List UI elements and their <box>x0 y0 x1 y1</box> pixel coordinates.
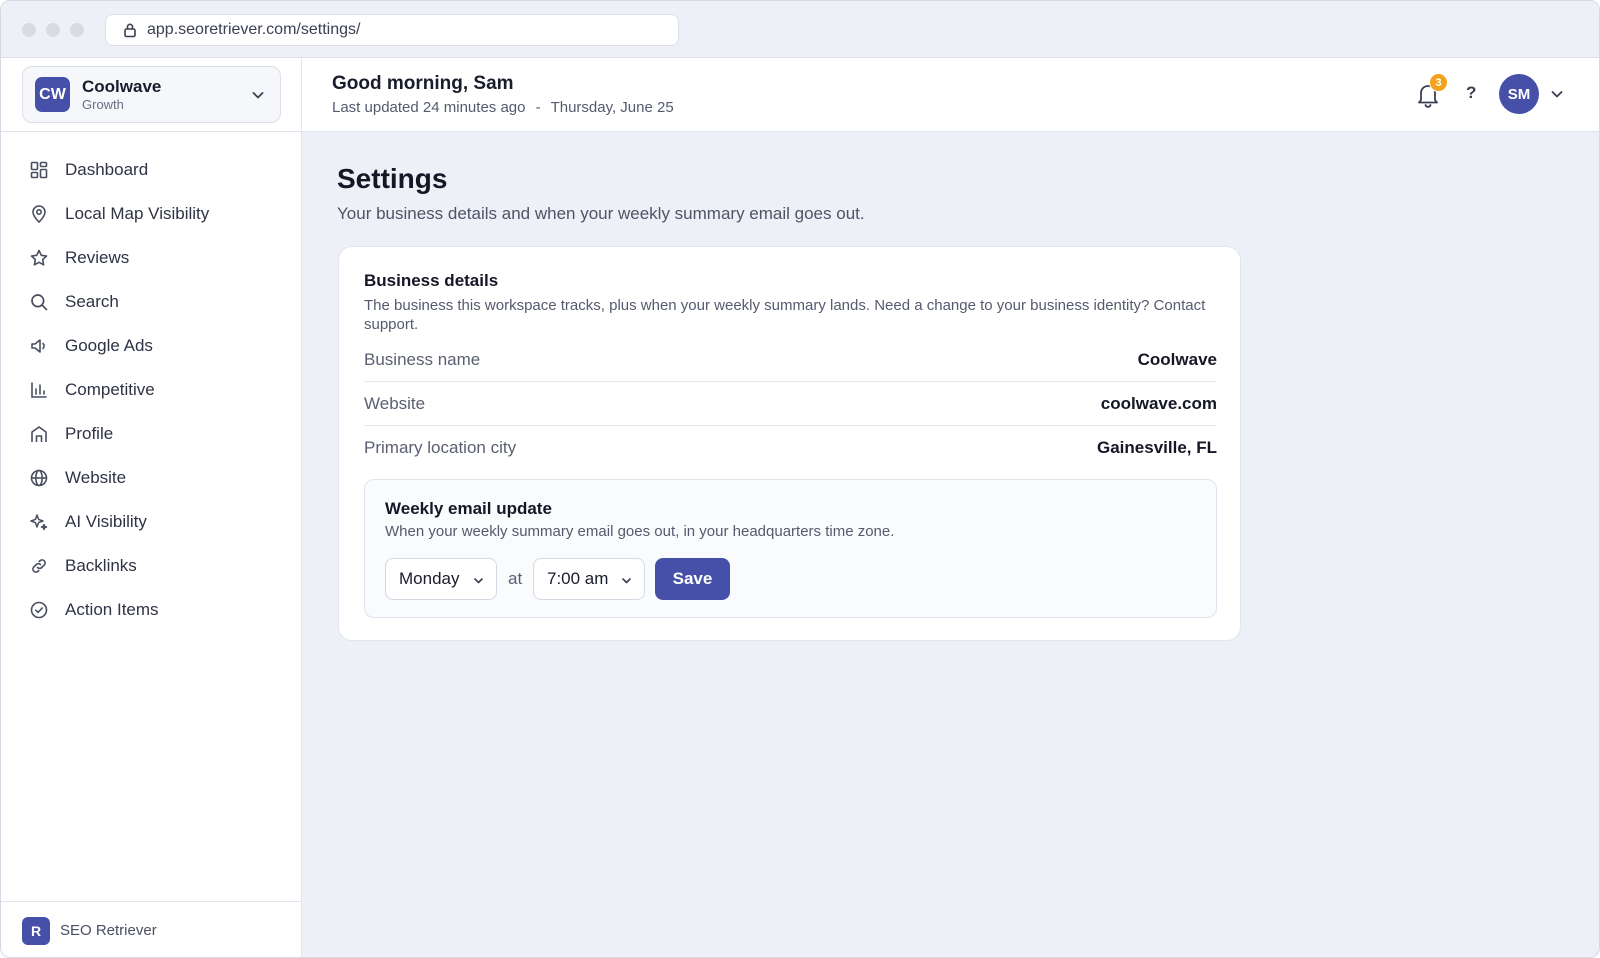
window-close-dot[interactable] <box>22 23 36 37</box>
storefront-icon <box>31 426 47 442</box>
workspace-plan: Growth <box>82 96 124 112</box>
check-circle-icon <box>30 601 48 619</box>
at-label: at <box>508 569 523 588</box>
current-date: Thursday, June 25 <box>550 99 674 116</box>
card-description: The business this workspace tracks, plus… <box>364 297 1206 333</box>
email-panel-title: Weekly email update <box>385 499 552 518</box>
megaphone-icon <box>31 339 45 353</box>
time-select[interactable]: 7:00 am <box>533 558 645 600</box>
detail-label: Primary location city <box>364 438 517 457</box>
window-minimize-dot[interactable] <box>46 23 60 37</box>
star-icon <box>30 249 48 266</box>
workspace-name: Coolwave <box>82 76 162 96</box>
link-icon <box>32 559 46 573</box>
sidebar-footer: R SEO Retriever <box>1 901 301 957</box>
workspace-logo: CW <box>35 77 70 112</box>
sidebar-item-label: Reviews <box>65 248 130 267</box>
sidebar-item-label: Google Ads <box>65 336 153 355</box>
date-separator: - <box>535 99 541 116</box>
sidebar-item-dashboard[interactable]: Dashboard <box>1 148 301 192</box>
window-maximize-dot[interactable] <box>70 23 84 37</box>
sidebar-item-search[interactable]: Search <box>1 280 301 324</box>
sidebar-item-local-map-visibility[interactable]: Local Map Visibility <box>1 192 301 236</box>
sidebar-item-profile[interactable]: Profile <box>1 412 301 456</box>
sidebar-item-label: Backlinks <box>65 556 137 575</box>
chevron-down-icon[interactable] <box>1549 86 1565 102</box>
last-updated: Last updated 24 minutes ago - Thursday, … <box>332 99 674 116</box>
sidebar-item-reviews[interactable]: Reviews <box>1 236 301 280</box>
avatar[interactable]: SM <box>1499 74 1539 114</box>
sidebar-item-label: Website <box>65 468 127 487</box>
chevron-down-icon <box>622 578 631 584</box>
email-panel-description: When your weekly summary email goes out,… <box>385 523 895 540</box>
weekly-email-panel: Weekly email update When your weekly sum… <box>364 479 1217 618</box>
detail-label: Website <box>364 393 426 413</box>
day-select[interactable]: Monday <box>385 558 497 600</box>
last-updated-text: Last updated 24 minutes ago <box>332 99 526 116</box>
sidebar-item-google-ads[interactable]: Google Ads <box>1 324 301 368</box>
detail-row-primary-location: Primary location city Gainesville, FL <box>364 426 1217 470</box>
sidebar-item-label: Action Items <box>65 600 159 619</box>
map-pin-icon <box>32 205 46 224</box>
browser-toolbar: app.seoretriever.com/settings/ <box>1 1 1599 58</box>
sidebar-item-backlinks[interactable]: Backlinks <box>1 544 301 588</box>
sparkle-icon <box>30 514 48 531</box>
page-subtitle: Your business details and when your week… <box>337 204 865 223</box>
sidebar-item-website[interactable]: Website <box>1 456 301 500</box>
notification-badge: 3 <box>1429 73 1448 92</box>
url-text: app.seoretriever.com/settings/ <box>147 21 361 38</box>
detail-row-website: Website coolwave.com <box>364 382 1217 426</box>
sidebar-item-label: Competitive <box>65 380 155 399</box>
dashboard-icon <box>30 161 48 179</box>
detail-value: Gainesville, FL <box>1097 438 1217 457</box>
sidebar-item-ai-visibility[interactable]: AI Visibility <box>1 500 301 544</box>
chevron-down-icon <box>252 92 264 99</box>
time-select-value: 7:00 am <box>547 569 609 588</box>
card-title: Business details <box>364 271 499 290</box>
business-details-card: Business details The business this works… <box>338 246 1241 641</box>
globe-icon <box>30 469 48 487</box>
address-bar[interactable]: app.seoretriever.com/settings/ <box>105 14 679 46</box>
detail-row-business-name: Business name Coolwave <box>364 338 1217 382</box>
brand-logo: R <box>22 916 50 945</box>
search-icon <box>31 294 48 311</box>
lock-icon <box>124 23 136 38</box>
top-header: Good morning, Sam Last updated 24 minute… <box>302 58 1599 132</box>
detail-value: coolwave.com <box>1100 393 1217 413</box>
bar-chart-icon <box>31 382 47 398</box>
brand-name: SEO Retriever <box>60 922 157 939</box>
sidebar-item-competitive[interactable]: Competitive <box>1 368 301 412</box>
chevron-down-icon <box>474 578 483 584</box>
save-button[interactable]: Save <box>655 558 730 600</box>
greeting: Good morning, Sam <box>332 73 514 94</box>
sidebar: CW Coolwave Growth Dashboard Local Map V… <box>1 58 302 957</box>
detail-value: Coolwave <box>1137 349 1217 369</box>
detail-label: Business name <box>364 349 481 369</box>
sidebar-item-label: Profile <box>65 424 114 443</box>
workspace-switcher[interactable]: CW Coolwave Growth <box>22 66 281 123</box>
help-button[interactable]: ? <box>1466 83 1476 103</box>
sidebar-item-label: Local Map Visibility <box>65 204 210 223</box>
sidebar-item-label: Dashboard <box>65 160 149 179</box>
sidebar-item-label: AI Visibility <box>65 512 147 531</box>
page-title: Settings <box>337 163 448 194</box>
sidebar-item-label: Search <box>65 292 119 311</box>
sidebar-nav: Dashboard Local Map Visibility Reviews S… <box>1 148 301 632</box>
day-select-value: Monday <box>399 569 460 588</box>
browser-window: app.seoretriever.com/settings/ CW Coolwa… <box>0 0 1600 958</box>
sidebar-item-action-items[interactable]: Action Items <box>1 588 301 632</box>
sidebar-divider <box>1 131 301 132</box>
